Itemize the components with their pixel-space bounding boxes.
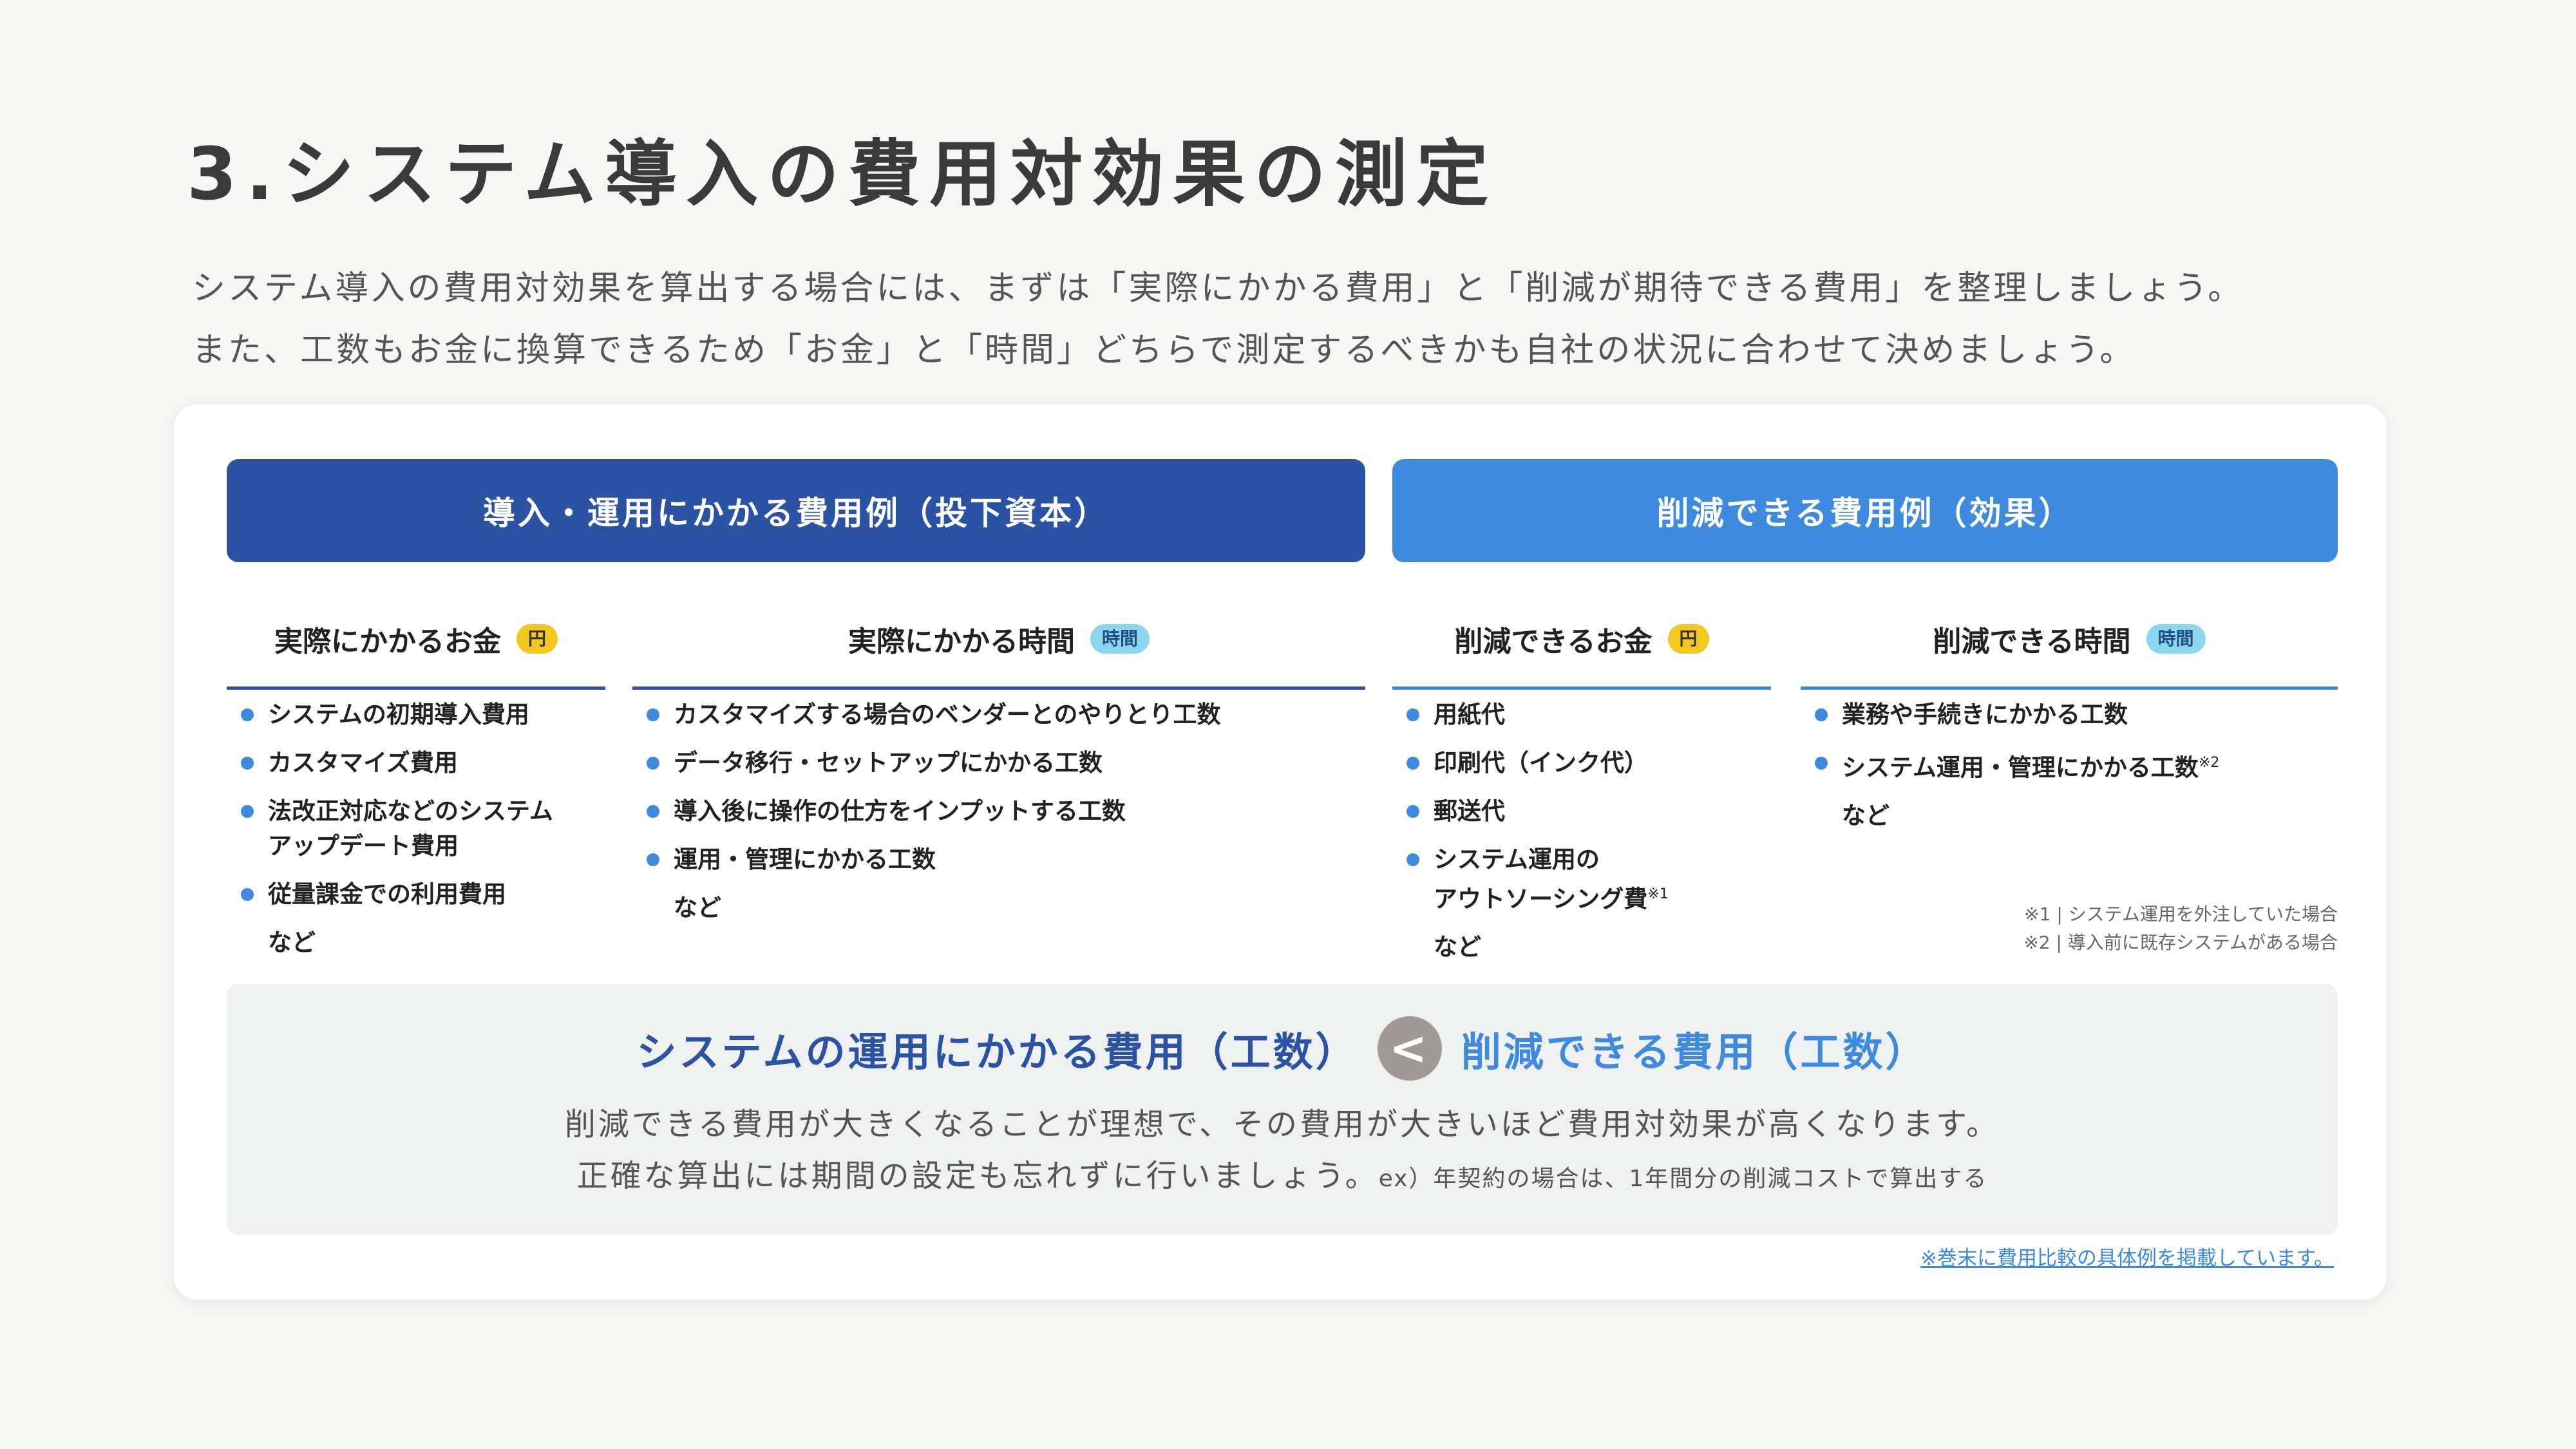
invest-header: 導入・運用にかかる費用例（投下資本） xyxy=(227,459,1365,562)
bullet-dot xyxy=(1406,805,1419,818)
list-etc: など xyxy=(1434,933,1481,961)
note-2: ※2 | 導入前に既存システムがある場合 xyxy=(2023,932,2338,953)
column-reduce-time: 削減できる時間 時間 xyxy=(1801,591,2338,690)
summary-example: ex）年契約の場合は、1年間分の削減コストで算出する xyxy=(1378,1166,1988,1192)
yen-badge: 円 xyxy=(1667,624,1709,654)
effect-header: 削減できる費用例（効果） xyxy=(1392,459,2338,562)
intro-line-1: システム導入の費用対効果を算出する場合には、まずは「実際にかかる費用」と「削減が… xyxy=(192,269,2244,308)
time-badge: 時間 xyxy=(1090,624,1150,654)
list-item: カスタマイズ費用 xyxy=(227,746,613,781)
notes: ※1 | システム運用を外注していた場合 ※2 | 導入前に既存システムがある場… xyxy=(2022,900,2338,957)
column-title: 実際にかかる時間 xyxy=(848,625,1075,658)
bullet-dot xyxy=(241,805,254,818)
bullet-dot xyxy=(1406,853,1419,866)
cost-formula: システムの運用にかかる費用（工数） < 削減できる費用（工数） xyxy=(227,1013,2338,1084)
column-actual-money: 実際にかかるお金 円 xyxy=(227,591,605,690)
list-item: システム運用・管理にかかる工数※2 xyxy=(1801,746,2342,785)
list-item: システムの初期導入費用 xyxy=(227,697,613,732)
list-item: 導入後に操作の仕方をインプットする工数 xyxy=(632,794,1373,829)
appendix-link[interactable]: ※巻末に費用比較の具体例を掲載しています。 xyxy=(1920,1242,2334,1271)
column-actual-time: 実際にかかる時間 時間 xyxy=(632,591,1365,690)
formula-left: システムの運用にかかる費用（工数） xyxy=(636,1028,1358,1075)
time-badge: 時間 xyxy=(2146,624,2206,654)
bullet-dot xyxy=(241,757,254,770)
list-item: 運用・管理にかかる工数 xyxy=(632,842,1373,877)
footnote-ref: ※2 xyxy=(2198,755,2220,771)
bullet-dot xyxy=(1815,708,1828,721)
list-item: 法改正対応などのシステム アップデート費用 xyxy=(227,794,613,864)
reduce-time-list: 業務や手続きにかかる工数 システム運用・管理にかかる工数※2 など xyxy=(1801,697,2342,847)
actual-time-list: カスタマイズする場合のベンダーとのやりとり工数 データ移行・セットアップにかかる… xyxy=(632,697,1373,939)
summary-line-1: 削減できる費用が大きくなることが理想で、その費用が大きいほど費用対効果が高くなり… xyxy=(564,1106,2000,1142)
cost-comparison-card: 導入・運用にかかる費用例（投下資本） 削減できる費用例（効果） 実際にかかるお金… xyxy=(174,404,2387,1300)
formula-right: 削減できる費用（工数） xyxy=(1461,1028,1928,1075)
list-item: データ移行・セットアップにかかる工数 xyxy=(632,746,1373,781)
footnote-ref: ※1 xyxy=(1647,886,1669,902)
note-1: ※1 | システム運用を外注していた場合 xyxy=(2024,904,2338,925)
page-title: 3.システム導入の費用対効果の測定 xyxy=(187,133,1498,216)
list-item: 郵送代 xyxy=(1392,794,1792,829)
bullet-dot xyxy=(1406,708,1419,721)
intro-line-2: また、工数もお金に換算できるため「お金」と「時間」どちらで測定するべきかも自社の… xyxy=(192,331,2136,370)
list-etc: など xyxy=(674,894,721,922)
summary-line-2: 正確な算出には期間の設定も忘れずに行いましょう。ex）年契約の場合は、1年間分の… xyxy=(227,1150,2338,1195)
summary-line-2-main: 正確な算出には期間の設定も忘れずに行いましょう。 xyxy=(576,1158,1379,1194)
column-reduce-money: 削減できるお金 円 xyxy=(1392,591,1771,690)
list-item: カスタマイズする場合のベンダーとのやりとり工数 xyxy=(632,697,1373,732)
bullet-dot xyxy=(647,708,659,721)
list-item: 用紙代 xyxy=(1392,697,1792,732)
bullet-dot xyxy=(1406,757,1419,770)
summary-box: システムの運用にかかる費用（工数） < 削減できる費用（工数） 削減できる費用が… xyxy=(227,984,2338,1235)
yen-badge: 円 xyxy=(516,624,558,654)
bullet-dot xyxy=(647,805,659,818)
column-title: 実際にかかるお金 xyxy=(274,625,501,658)
bullet-dot xyxy=(241,708,254,721)
list-etc: など xyxy=(1842,802,1889,830)
intro-text: システム導入の費用対効果を算出する場合には、まずは「実際にかかる費用」と「削減が… xyxy=(192,258,2244,381)
column-title: 削減できるお金 xyxy=(1454,625,1653,658)
list-item: 印刷代（インク代） xyxy=(1392,746,1792,781)
actual-money-list: システムの初期導入費用 カスタマイズ費用 法改正対応などのシステム アップデート… xyxy=(227,697,613,974)
bullet-dot xyxy=(1815,757,1828,770)
list-item: システム運用の アウトソーシング費※1 xyxy=(1392,842,1792,916)
less-than-icon: < xyxy=(1377,1016,1442,1081)
list-etc: など xyxy=(268,929,316,956)
column-title: 削減できる時間 xyxy=(1933,625,2131,658)
list-item: 従量課金での利用費用 xyxy=(227,877,613,912)
list-item: 業務や手続きにかかる工数 xyxy=(1801,697,2342,732)
reduce-money-list: 用紙代 印刷代（インク代） 郵送代 システム運用の アウトソーシング費※1 など xyxy=(1392,697,1792,978)
bullet-dot xyxy=(647,757,659,770)
bullet-dot xyxy=(647,853,659,866)
bullet-dot xyxy=(241,888,254,901)
